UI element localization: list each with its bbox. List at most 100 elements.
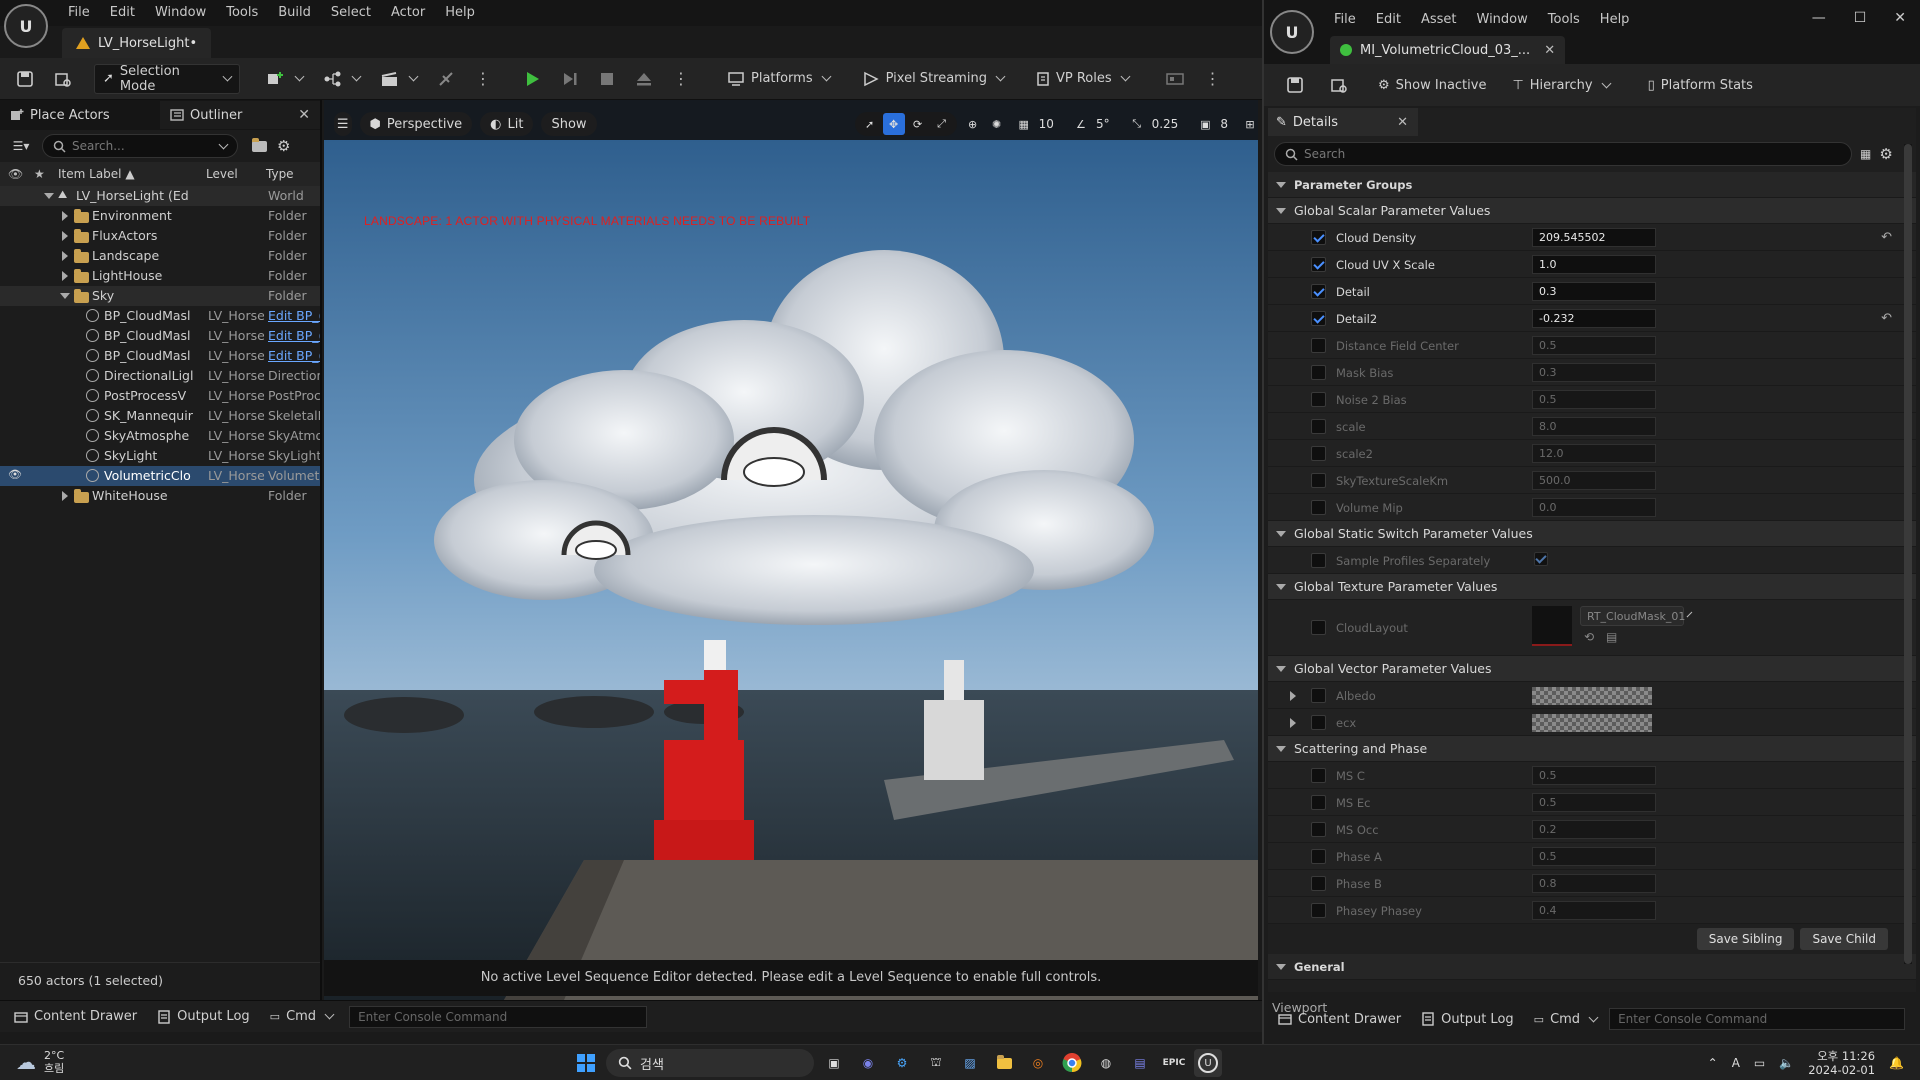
platform-stats-button[interactable]: ▯ Platform Stats	[1640, 70, 1761, 100]
tab-place-actors[interactable]: Place Actors	[0, 101, 160, 129]
save-icon[interactable]	[1278, 70, 1312, 100]
pin-column-icon[interactable]: ★	[34, 167, 45, 181]
scatter-group-header[interactable]: Scattering and Phase	[1268, 736, 1916, 762]
pixel-streaming-dropdown[interactable]: Pixel Streaming	[854, 64, 1012, 94]
platforms-dropdown[interactable]: Platforms	[719, 64, 838, 94]
override-checkbox[interactable]	[1311, 230, 1326, 245]
outliner-row[interactable]: PostProcessV LV_Horse PostProc	[0, 386, 320, 406]
lit-button[interactable]: ◐ Lit	[480, 112, 534, 136]
outliner-row[interactable]: SkyAtmosphe LV_Horse SkyAtmo	[0, 426, 320, 446]
more-options-icon[interactable]: ⋮	[467, 64, 499, 94]
outliner-search-input[interactable]: Search...	[42, 134, 238, 158]
close-icon[interactable]: ✕	[1397, 115, 1408, 130]
reset-to-default-icon[interactable]: ↶	[1881, 230, 1892, 245]
override-checkbox[interactable]	[1311, 795, 1326, 810]
play-options-icon[interactable]: ⋮	[665, 64, 697, 94]
viewport-menu-button[interactable]: ☰	[334, 112, 352, 136]
modeling-icon[interactable]	[429, 64, 463, 94]
override-checkbox[interactable]	[1311, 688, 1326, 703]
close-tab-icon[interactable]: ✕	[1544, 43, 1555, 58]
output-log-button[interactable]: Output Log	[149, 1005, 258, 1029]
selection-mode-dropdown[interactable]: ➚ Selection Mode	[94, 63, 240, 94]
add-folder-icon[interactable]	[252, 137, 267, 152]
rotation-snap[interactable]: ∠ 5°	[1070, 113, 1110, 135]
color-swatch[interactable]	[1532, 714, 1652, 732]
param-value-input[interactable]: 0.3	[1532, 363, 1656, 382]
network-icon[interactable]: ▭	[1754, 1056, 1765, 1070]
switch-value-checkbox[interactable]	[1534, 552, 1548, 566]
filter-icon[interactable]: ☰▾	[6, 139, 36, 153]
outliner-row[interactable]: WhiteHouse Folder	[0, 486, 320, 506]
override-checkbox[interactable]	[1311, 768, 1326, 783]
param-value-input[interactable]: 0.5	[1532, 847, 1656, 866]
override-checkbox[interactable]	[1311, 715, 1326, 730]
override-checkbox[interactable]	[1311, 876, 1326, 891]
chat-icon[interactable]: ◉	[854, 1049, 882, 1077]
outliner-row[interactable]: BP_CloudMasl LV_Horse Edit BP_(	[0, 346, 320, 366]
override-checkbox[interactable]	[1311, 849, 1326, 864]
show-inactive-button[interactable]: ⚙ Show Inactive	[1370, 70, 1494, 100]
unreal-logo-icon[interactable]: U	[1270, 10, 1314, 54]
world-local-icon[interactable]: ⊕	[965, 113, 981, 135]
cmd-dropdown[interactable]: ▭ Cmd	[262, 1005, 341, 1029]
expand-arrow-icon[interactable]	[60, 293, 70, 299]
show-button[interactable]: Show	[541, 112, 597, 136]
menu-item[interactable]: Edit	[100, 1, 145, 25]
browse-asset-icon[interactable]	[1322, 70, 1356, 100]
expand-arrow-icon[interactable]	[62, 211, 68, 221]
eject-button[interactable]	[627, 64, 661, 94]
clock[interactable]: 오후 11:26 2024-02-01	[1808, 1049, 1875, 1077]
override-checkbox[interactable]	[1311, 620, 1326, 635]
unreal-logo-icon[interactable]: U	[4, 4, 48, 48]
outliner-row[interactable]: BP_CloudMasl LV_Horse Edit BP_(	[0, 326, 320, 346]
outliner-row[interactable]: Environment Folder	[0, 206, 320, 226]
outliner-row[interactable]: Landscape Folder	[0, 246, 320, 266]
param-value-input[interactable]: 209.545502	[1532, 228, 1656, 247]
column-item-label[interactable]: Item Label ▲	[58, 167, 135, 181]
param-value-input[interactable]: -0.232	[1532, 309, 1656, 328]
store-icon[interactable]: ⛫	[922, 1049, 950, 1077]
weather-widget[interactable]: ☁ 2°C 흐림	[16, 1049, 64, 1075]
task-view-icon[interactable]: ▣	[820, 1049, 848, 1077]
override-checkbox[interactable]	[1311, 553, 1326, 568]
add-actor-icon[interactable]	[258, 64, 311, 94]
override-checkbox[interactable]	[1311, 473, 1326, 488]
texture-asset-dropdown[interactable]: RT_CloudMask_01	[1580, 606, 1693, 626]
minimize-icon[interactable]: —	[1812, 10, 1826, 26]
override-checkbox[interactable]	[1311, 419, 1326, 434]
table-view-icon[interactable]: ▦	[1860, 147, 1871, 161]
override-checkbox[interactable]	[1311, 392, 1326, 407]
switch-group-header[interactable]: Global Static Switch Parameter Values	[1268, 521, 1916, 547]
start-icon[interactable]	[572, 1049, 600, 1077]
texture-thumbnail[interactable]	[1532, 606, 1572, 646]
save-sibling-button[interactable]: Save Sibling	[1696, 928, 1795, 950]
details-search-input[interactable]: Search	[1274, 142, 1852, 166]
param-value-input[interactable]: 0.8	[1532, 874, 1656, 893]
unreal-editor-taskbar-icon[interactable]: U	[1194, 1049, 1222, 1077]
param-value-input[interactable]: 500.0	[1532, 471, 1656, 490]
volume-icon[interactable]: 🔈	[1779, 1056, 1794, 1070]
outliner-row[interactable]: DirectionalLigl LV_Horse Direction	[0, 366, 320, 386]
camera-speed[interactable]: ▣ 8	[1194, 113, 1228, 135]
expand-arrow-icon[interactable]	[62, 231, 68, 241]
menu-item[interactable]: Build	[268, 1, 321, 25]
menu-item[interactable]: Window	[145, 1, 216, 25]
save-icon[interactable]	[8, 64, 42, 94]
param-value-input[interactable]: 0.2	[1532, 820, 1656, 839]
browse-icon[interactable]: ▤	[1606, 630, 1617, 644]
github-icon[interactable]: ◍	[1092, 1049, 1120, 1077]
outliner-row[interactable]: LightHouse Folder	[0, 266, 320, 286]
outliner-row[interactable]: Sky Folder	[0, 286, 320, 306]
blender-icon[interactable]: ◎	[1024, 1049, 1052, 1077]
expand-arrow-icon[interactable]	[1290, 718, 1296, 728]
param-value-input[interactable]: 0.5	[1532, 766, 1656, 785]
tab-outliner[interactable]: Outliner ✕	[160, 101, 320, 129]
level-viewport[interactable]	[324, 100, 1258, 1000]
outliner-row[interactable]: SkyLight LV_Horse SkyLight	[0, 446, 320, 466]
scale-tool-icon[interactable]: ⤢	[931, 113, 953, 135]
param-value-input[interactable]: 0.0	[1532, 498, 1656, 517]
menu-item[interactable]: Help	[435, 1, 485, 25]
content-drawer-button[interactable]: Content Drawer	[6, 1005, 145, 1029]
grid-snap[interactable]: ▦ 10	[1013, 113, 1053, 135]
parameter-groups-header[interactable]: Parameter Groups	[1268, 172, 1916, 198]
